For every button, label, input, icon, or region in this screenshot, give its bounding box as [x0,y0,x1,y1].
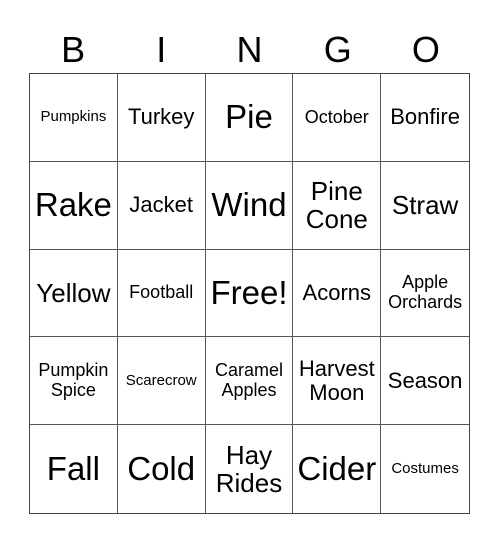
header-letter-n: N [236,29,263,70]
bingo-cell[interactable]: Acorns [293,249,382,338]
bingo-cell[interactable]: Turkey [117,74,206,162]
bingo-cell[interactable]: Bonfire [381,74,469,162]
bingo-cell[interactable]: Cold [118,425,206,513]
bingo-cell[interactable]: Harvest Moon [293,337,382,426]
bingo-cell[interactable]: Pie [205,74,294,162]
bingo-cell[interactable]: Straw [381,162,469,250]
bingo-header: B I N G O [29,28,470,72]
bingo-cell[interactable]: Football [117,249,206,338]
bingo-cell[interactable]: Rake [30,161,118,250]
bingo-cell[interactable]: Yellow [30,249,118,338]
bingo-cell[interactable]: Season [381,337,469,426]
header-letter-b: B [61,29,86,70]
bingo-cell[interactable]: Fall [30,425,118,513]
bingo-cell[interactable]: Jacket [117,161,206,250]
bingo-cell[interactable]: Caramel Apples [205,337,294,426]
free-space-cell[interactable]: Free! [205,249,294,338]
bingo-cell[interactable]: Pine Cone [293,161,382,250]
bingo-cell[interactable]: Pumpkins [30,74,118,162]
bingo-cell[interactable]: Hay Rides [206,425,294,513]
header-letter-g: G [323,29,352,70]
bingo-cell[interactable]: Pumpkin Spice [30,337,118,426]
bingo-cell[interactable]: Wind [205,161,294,250]
bingo-cell[interactable]: Costumes [381,425,469,513]
header-letter-i: I [156,29,167,70]
bingo-cell[interactable]: Cider [293,425,382,513]
bingo-grid: Pumpkins Turkey Pie October Bonfire Rake Jacke… [29,73,470,514]
bingo-cell[interactable]: October [293,74,382,162]
bingo-cell[interactable]: Apple Orchards [381,250,469,338]
bingo-cell[interactable]: Scarecrow [117,337,206,426]
header-letter-o: O [411,29,440,70]
